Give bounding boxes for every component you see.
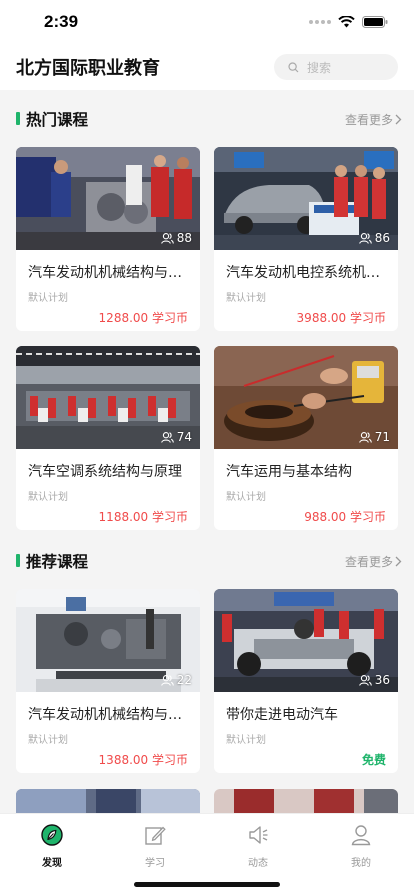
users-icon <box>358 232 372 244</box>
course-price: 988.00 学习币 <box>304 510 386 524</box>
view-count: 86 <box>358 231 390 245</box>
more-label: 查看更多 <box>344 113 393 127</box>
course-title: 汽车空调系统结构与原理 <box>28 464 182 480</box>
course-card[interactable]: 86 汽车发动机电控系统机… 默认计划 3988.00 学习币 <box>214 147 398 331</box>
course-plan: 默认计划 <box>226 735 266 746</box>
tab-feed[interactable]: 动态 <box>206 824 310 869</box>
section-title: 推荐课程 <box>26 553 89 571</box>
course-thumbnail: 22 <box>16 589 200 692</box>
tab-label: 学习 <box>145 858 165 869</box>
course-card[interactable]: 74 汽车空调系统结构与原理 默认计划 1188.00 学习币 <box>16 346 200 530</box>
course-title: 汽车发动机电控系统机… <box>226 265 380 281</box>
tab-label: 发现 <box>42 858 62 869</box>
section-title: 热门课程 <box>26 111 89 129</box>
battery-icon <box>362 16 388 28</box>
course-title: 带你走进电动汽车 <box>226 707 338 723</box>
users-icon <box>160 431 174 443</box>
view-count: 74 <box>160 430 192 444</box>
course-thumbnail <box>214 789 398 813</box>
course-title: 汽车发动机机械结构与… <box>28 707 182 723</box>
course-thumbnail: 36 <box>214 589 398 692</box>
more-link[interactable]: 查看更多 <box>345 553 402 570</box>
speaker-icon <box>249 826 268 844</box>
tab-label: 我的 <box>351 858 371 869</box>
course-price: 免费 <box>361 753 386 767</box>
status-icons <box>309 16 388 28</box>
course-thumbnail: 74 <box>16 346 200 449</box>
course-card[interactable] <box>16 789 200 813</box>
search-input[interactable]: 搜索 <box>274 54 398 80</box>
more-link[interactable]: 查看更多 <box>345 111 402 128</box>
course-plan: 默认计划 <box>226 293 266 304</box>
home-indicator[interactable] <box>134 882 280 887</box>
view-count-value: 71 <box>374 430 390 444</box>
section-header: 推荐课程 查看更多 <box>16 549 402 573</box>
course-title: 汽车运用与基本结构 <box>226 464 352 480</box>
view-count: 36 <box>358 673 390 687</box>
app-header: 北方国际职业教育 搜索 <box>0 48 414 90</box>
course-plan: 默认计划 <box>226 492 266 503</box>
status-bar: 2:39 <box>0 0 414 48</box>
tab-discover[interactable]: 发现 <box>0 824 104 869</box>
content-scroll[interactable]: 热门课程 查看更多 88 汽车发动机机械结构与… 默认计划 1288.00 学习… <box>0 90 414 813</box>
section-accent-bar <box>16 554 20 567</box>
view-count-value: 74 <box>176 430 192 444</box>
view-count: 22 <box>160 673 192 687</box>
search-placeholder: 搜索 <box>307 60 332 75</box>
course-thumbnail: 86 <box>214 147 398 250</box>
more-label: 查看更多 <box>344 555 393 569</box>
course-card[interactable]: 88 汽车发动机机械结构与… 默认计划 1288.00 学习币 <box>16 147 200 331</box>
chevron-right-icon <box>395 114 402 125</box>
view-count-value: 22 <box>176 673 192 687</box>
course-card[interactable]: 36 带你走进电动汽车 默认计划 免费 <box>214 589 398 773</box>
view-count: 88 <box>160 231 192 245</box>
tab-label: 动态 <box>248 858 268 869</box>
course-plan: 默认计划 <box>28 735 68 746</box>
app-title: 北方国际职业教育 <box>16 58 160 79</box>
compass-icon <box>41 824 63 846</box>
view-count-value: 88 <box>176 231 192 245</box>
course-title: 汽车发动机机械结构与… <box>28 265 182 281</box>
course-thumbnail: 88 <box>16 147 200 250</box>
section-header: 热门课程 查看更多 <box>16 107 402 131</box>
tab-study[interactable]: 学习 <box>103 824 207 869</box>
users-icon <box>358 431 372 443</box>
tab-profile[interactable]: 我的 <box>309 824 413 869</box>
view-count-value: 36 <box>374 673 390 687</box>
users-icon <box>160 232 174 244</box>
course-plan: 默认计划 <box>28 293 68 304</box>
search-icon <box>288 61 299 72</box>
edit-icon <box>145 826 166 845</box>
course-thumbnail <box>16 789 200 813</box>
course-card[interactable]: 71 汽车运用与基本结构 默认计划 988.00 学习币 <box>214 346 398 530</box>
view-count: 71 <box>358 430 390 444</box>
view-count-value: 86 <box>374 231 390 245</box>
users-icon <box>358 674 372 686</box>
course-price: 1388.00 学习币 <box>98 753 188 767</box>
signal-icon <box>309 20 331 24</box>
course-card[interactable] <box>214 789 398 813</box>
course-price: 3988.00 学习币 <box>296 311 386 325</box>
users-icon <box>160 674 174 686</box>
course-thumbnail: 71 <box>214 346 398 449</box>
section-accent-bar <box>16 112 20 125</box>
wifi-icon <box>338 16 355 28</box>
status-time: 2:39 <box>44 12 79 31</box>
course-card[interactable]: 22 汽车发动机机械结构与… 默认计划 1388.00 学习币 <box>16 589 200 773</box>
course-price: 1188.00 学习币 <box>98 510 188 524</box>
course-price: 1288.00 学习币 <box>98 311 188 325</box>
chevron-right-icon <box>395 556 402 567</box>
user-icon <box>351 825 371 846</box>
course-plan: 默认计划 <box>28 492 68 503</box>
